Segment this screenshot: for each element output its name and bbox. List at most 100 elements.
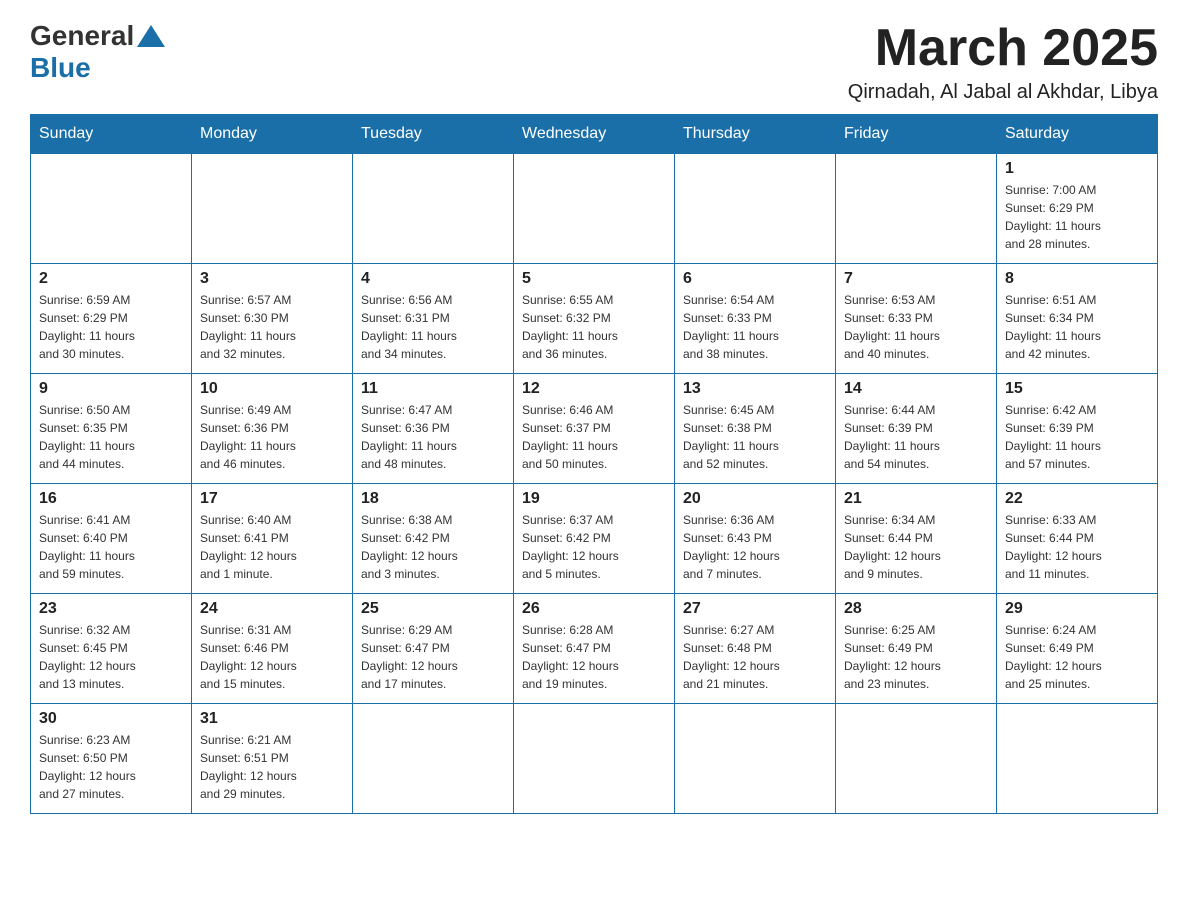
calendar-cell [836, 704, 997, 814]
day-info: Sunrise: 6:23 AM Sunset: 6:50 PM Dayligh… [39, 731, 183, 803]
day-info: Sunrise: 6:21 AM Sunset: 6:51 PM Dayligh… [200, 731, 344, 803]
calendar-cell [192, 154, 353, 264]
day-info: Sunrise: 6:54 AM Sunset: 6:33 PM Dayligh… [683, 291, 827, 363]
calendar-cell [31, 154, 192, 264]
day-info: Sunrise: 6:50 AM Sunset: 6:35 PM Dayligh… [39, 401, 183, 473]
day-info: Sunrise: 6:41 AM Sunset: 6:40 PM Dayligh… [39, 511, 183, 583]
calendar-cell: 3Sunrise: 6:57 AM Sunset: 6:30 PM Daylig… [192, 264, 353, 374]
calendar-cell: 12 Sunrise: 6:46 AM Sunset: 6:37 PM Dayli… [514, 374, 675, 484]
day-info: Sunrise: 6:51 AM Sunset: 6:34 PM Dayligh… [1005, 291, 1149, 363]
calendar-cell: 31 Sunrise: 6:21 AM Sunset: 6:51 PM Dayli… [192, 704, 353, 814]
day-number: 8 [1005, 270, 1149, 288]
calendar-cell: 27 Sunrise: 6:27 AM Sunset: 6:48 PM Dayli… [675, 594, 836, 704]
day-number: 10 [200, 380, 344, 398]
day-info: Sunrise: 6:47 AM Sunset: 6:36 PM Dayligh… [361, 401, 505, 473]
day-number: 27 [683, 600, 827, 618]
day-info: Sunrise: 7:00 AM Sunset: 6:29 PM Dayligh… [1005, 181, 1149, 253]
page-header: General Blue March 2025 Qirnadah, Al Jab… [30, 20, 1158, 104]
calendar-week-4: 16 Sunrise: 6:41 AM Sunset: 6:40 PM Dayli… [31, 484, 1158, 594]
calendar-week-3: 9 Sunrise: 6:50 AM Sunset: 6:35 PM Daylig… [31, 374, 1158, 484]
day-info: Sunrise: 6:33 AM Sunset: 6:44 PM Dayligh… [1005, 511, 1149, 583]
calendar-cell [514, 154, 675, 264]
day-number: 1 [1005, 160, 1149, 178]
calendar-cell: 16 Sunrise: 6:41 AM Sunset: 6:40 PM Dayli… [31, 484, 192, 594]
calendar-cell: 2Sunrise: 6:59 AM Sunset: 6:29 PM Daylig… [31, 264, 192, 374]
day-number: 15 [1005, 380, 1149, 398]
day-number: 28 [844, 600, 988, 618]
calendar-cell [353, 704, 514, 814]
calendar-cell: 11 Sunrise: 6:47 AM Sunset: 6:36 PM Dayli… [353, 374, 514, 484]
logo-blue-text: Blue [30, 52, 91, 84]
calendar-cell [675, 704, 836, 814]
calendar-body: 1 Sunrise: 7:00 AM Sunset: 6:29 PM Daylig… [31, 154, 1158, 814]
day-number: 11 [361, 380, 505, 398]
day-number: 9 [39, 380, 183, 398]
calendar-cell: 8 Sunrise: 6:51 AM Sunset: 6:34 PM Daylig… [997, 264, 1158, 374]
day-number: 29 [1005, 600, 1149, 618]
calendar-cell: 29 Sunrise: 6:24 AM Sunset: 6:49 PM Dayli… [997, 594, 1158, 704]
calendar-cell [514, 704, 675, 814]
calendar-cell [997, 704, 1158, 814]
calendar-cell: 18Sunrise: 6:38 AM Sunset: 6:42 PM Dayli… [353, 484, 514, 594]
calendar-cell: 4Sunrise: 6:56 AM Sunset: 6:31 PM Daylig… [353, 264, 514, 374]
day-info: Sunrise: 6:46 AM Sunset: 6:37 PM Dayligh… [522, 401, 666, 473]
calendar-cell [836, 154, 997, 264]
day-number: 13 [683, 380, 827, 398]
month-title: March 2025 [848, 20, 1158, 77]
weekday-header-saturday: Saturday [997, 115, 1158, 154]
day-info: Sunrise: 6:40 AM Sunset: 6:41 PM Dayligh… [200, 511, 344, 583]
calendar-cell: 14 Sunrise: 6:44 AM Sunset: 6:39 PM Dayli… [836, 374, 997, 484]
calendar-week-6: 30 Sunrise: 6:23 AM Sunset: 6:50 PM Dayli… [31, 704, 1158, 814]
calendar-cell: 24 Sunrise: 6:31 AM Sunset: 6:46 PM Dayli… [192, 594, 353, 704]
calendar-week-1: 1 Sunrise: 7:00 AM Sunset: 6:29 PM Daylig… [31, 154, 1158, 264]
day-number: 12 [522, 380, 666, 398]
calendar-cell: 19Sunrise: 6:37 AM Sunset: 6:42 PM Dayli… [514, 484, 675, 594]
calendar-cell: 15 Sunrise: 6:42 AM Sunset: 6:39 PM Dayli… [997, 374, 1158, 484]
day-number: 19 [522, 490, 666, 508]
logo: General Blue [30, 20, 168, 84]
calendar-cell: 9 Sunrise: 6:50 AM Sunset: 6:35 PM Daylig… [31, 374, 192, 484]
location-title: Qirnadah, Al Jabal al Akhdar, Libya [848, 81, 1158, 104]
day-info: Sunrise: 6:28 AM Sunset: 6:47 PM Dayligh… [522, 621, 666, 693]
calendar-cell: 6 Sunrise: 6:54 AM Sunset: 6:33 PM Daylig… [675, 264, 836, 374]
calendar-cell: 7Sunrise: 6:53 AM Sunset: 6:33 PM Daylig… [836, 264, 997, 374]
day-number: 20 [683, 490, 827, 508]
calendar-cell: 25Sunrise: 6:29 AM Sunset: 6:47 PM Dayli… [353, 594, 514, 704]
calendar-table: SundayMondayTuesdayWednesdayThursdayFrid… [30, 114, 1158, 814]
calendar-cell: 13Sunrise: 6:45 AM Sunset: 6:38 PM Dayli… [675, 374, 836, 484]
day-number: 25 [361, 600, 505, 618]
weekday-header-monday: Monday [192, 115, 353, 154]
day-info: Sunrise: 6:31 AM Sunset: 6:46 PM Dayligh… [200, 621, 344, 693]
calendar-cell [675, 154, 836, 264]
day-number: 23 [39, 600, 183, 618]
title-area: March 2025 Qirnadah, Al Jabal al Akhdar,… [848, 20, 1158, 104]
day-info: Sunrise: 6:24 AM Sunset: 6:49 PM Dayligh… [1005, 621, 1149, 693]
day-number: 31 [200, 710, 344, 728]
day-info: Sunrise: 6:44 AM Sunset: 6:39 PM Dayligh… [844, 401, 988, 473]
day-number: 24 [200, 600, 344, 618]
weekday-header-sunday: Sunday [31, 115, 192, 154]
day-number: 5 [522, 270, 666, 288]
day-info: Sunrise: 6:34 AM Sunset: 6:44 PM Dayligh… [844, 511, 988, 583]
logo-triangle-icon [137, 25, 165, 47]
weekday-header-thursday: Thursday [675, 115, 836, 154]
calendar-cell: 22Sunrise: 6:33 AM Sunset: 6:44 PM Dayli… [997, 484, 1158, 594]
day-info: Sunrise: 6:27 AM Sunset: 6:48 PM Dayligh… [683, 621, 827, 693]
day-number: 6 [683, 270, 827, 288]
day-info: Sunrise: 6:49 AM Sunset: 6:36 PM Dayligh… [200, 401, 344, 473]
calendar-header: SundayMondayTuesdayWednesdayThursdayFrid… [31, 115, 1158, 154]
calendar-cell: 20Sunrise: 6:36 AM Sunset: 6:43 PM Dayli… [675, 484, 836, 594]
calendar-cell [353, 154, 514, 264]
calendar-cell: 30 Sunrise: 6:23 AM Sunset: 6:50 PM Dayli… [31, 704, 192, 814]
day-number: 17 [200, 490, 344, 508]
day-number: 30 [39, 710, 183, 728]
calendar-cell: 1 Sunrise: 7:00 AM Sunset: 6:29 PM Daylig… [997, 154, 1158, 264]
day-number: 14 [844, 380, 988, 398]
day-number: 2 [39, 270, 183, 288]
day-number: 16 [39, 490, 183, 508]
day-info: Sunrise: 6:42 AM Sunset: 6:39 PM Dayligh… [1005, 401, 1149, 473]
calendar-week-5: 23Sunrise: 6:32 AM Sunset: 6:45 PM Dayli… [31, 594, 1158, 704]
day-info: Sunrise: 6:57 AM Sunset: 6:30 PM Dayligh… [200, 291, 344, 363]
calendar-week-2: 2Sunrise: 6:59 AM Sunset: 6:29 PM Daylig… [31, 264, 1158, 374]
calendar-cell: 28Sunrise: 6:25 AM Sunset: 6:49 PM Dayli… [836, 594, 997, 704]
